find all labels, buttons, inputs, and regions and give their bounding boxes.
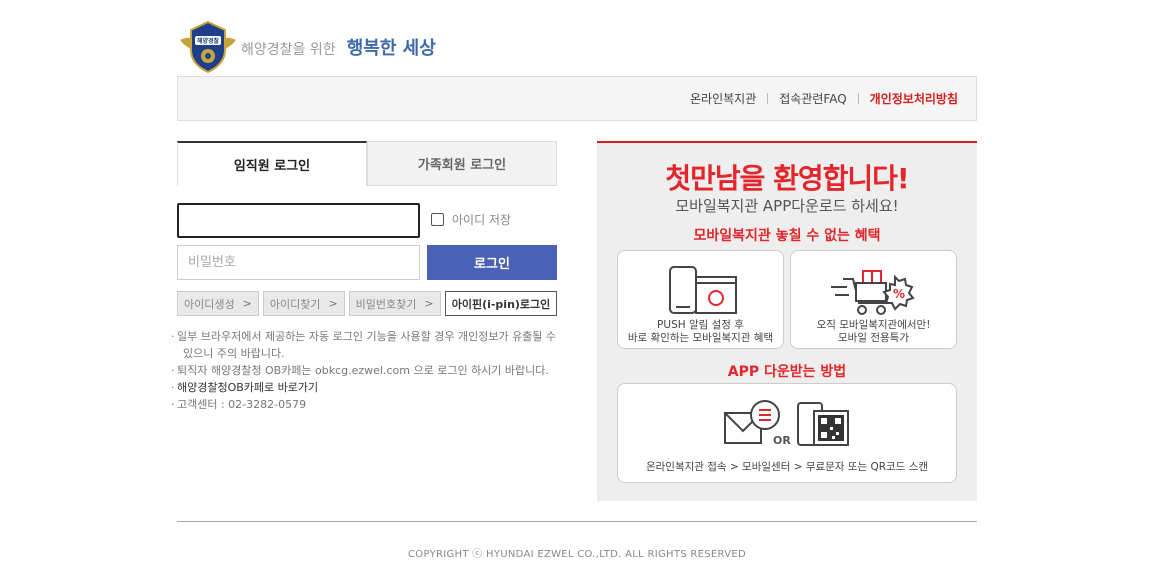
note-autologin-warning: 일부 브라우저에서 제공하는 자동 로그인 기능을 사용할 경우 개인정보가 유… (171, 328, 561, 362)
or-label: OR (773, 434, 791, 447)
tab-employee-login[interactable]: 임직원 로그인 (177, 141, 367, 186)
download-steps-text: 온라인복지관 접속 > 모바일센터 > 무료문자 또는 QR코드 스캔 (645, 461, 929, 473)
brand-subtitle: 해양경찰을 위한 (241, 42, 336, 58)
chevron-right-icon: > (242, 297, 252, 310)
note-line: 일부 브라우저에서 제공하는 자동 로그인 기능을 사용할 경우 개인정보가 유… (177, 330, 557, 343)
nav-faq-link[interactable]: 접속관련FAQ (768, 90, 857, 107)
push-benefit-text: PUSH 알림 설정 후 바로 확인하는 모바일복지관 혜택 (618, 319, 783, 345)
logo-text: 해양경찰 (197, 37, 220, 45)
note-retiree-info: 퇴직자 해양경찰청 OB카페는 obkcg.ezwel.com 으로 로그인 하… (171, 362, 561, 379)
create-id-label: 아이디생성 (184, 297, 235, 311)
nav-online-welfare-link[interactable]: 온라인복지관 (679, 90, 767, 107)
card-line: 바로 확인하는 모바일복지관 혜택 (627, 332, 774, 344)
find-id-label: 아이디찾기 (269, 297, 321, 311)
nav-privacy-policy-link[interactable]: 개인정보처리방침 (859, 90, 958, 107)
account-help-buttons: 아이디생성 > 아이디찾기 > 비밀번호찾기 > (177, 291, 445, 316)
chevron-right-icon: > (424, 297, 434, 310)
exclusive-deal-text: 오직 모바일복지관에서만! 모바일 전용특가 (791, 319, 956, 345)
card-line: 모바일 전용특가 (838, 332, 909, 344)
login-button[interactable]: 로그인 (427, 245, 557, 280)
note-line: 있으니 주의 바랍니다. (183, 347, 285, 360)
find-password-label: 비밀번호찾기 (355, 297, 417, 311)
download-method-card: OR 온라인복지관 접속 > 모바일센터 > 무료문자 또는 QR코드 스캔 (617, 383, 957, 483)
tab-family-login[interactable]: 가족회원 로그인 (367, 141, 557, 186)
chevron-right-icon: > (328, 297, 338, 310)
svg-text:%: % (893, 287, 905, 301)
login-tabs: 임직원 로그인 가족회원 로그인 (177, 141, 557, 186)
mobile-app-promo-panel: 첫만남을 환영합니다! 모바일복지관 APP다운로드 하세요! 모바일복지관 놓… (597, 141, 977, 501)
exclusive-deal-card: % 오직 모바일복지관에서만! 모바일 전용특가 (790, 250, 957, 349)
create-id-button[interactable]: 아이디생성 > (177, 291, 259, 316)
brand-main-title: 행복한 세상 (346, 38, 436, 59)
save-id-label: 아이디 저장 (452, 213, 512, 227)
police-emblem-logo[interactable]: 해양경찰 (178, 20, 238, 74)
card-line: 오직 모바일복지관에서만! (816, 319, 931, 331)
promo-title: 첫만남을 환영합니다! (665, 162, 909, 195)
user-id-input[interactable] (177, 203, 420, 238)
password-input[interactable] (177, 245, 420, 280)
phone-monitor-icon (669, 266, 737, 314)
ob-cafe-link[interactable]: 해양경찰청OB카페로 바로가기 (171, 379, 561, 396)
download-heading: APP 다운받는 방법 (727, 364, 847, 380)
top-nav-links: 온라인복지관 접속관련FAQ 개인정보처리방침 (679, 90, 958, 107)
qr-code-phone-icon (797, 402, 849, 446)
login-notes: 일부 브라우저에서 제공하는 자동 로그인 기능을 사용할 경우 개인정보가 유… (171, 328, 561, 413)
checkbox-icon[interactable] (431, 213, 444, 226)
card-line: PUSH 알림 설정 후 (657, 319, 744, 331)
find-password-button[interactable]: 비밀번호찾기 > (348, 291, 441, 316)
top-navigation-bar: 온라인복지관 접속관련FAQ 개인정보처리방침 (177, 76, 977, 121)
copyright-text: COPYRIGHT ⓒ HYUNDAI EZWEL CO.,LTD. ALL R… (408, 549, 746, 560)
ipin-login-button[interactable]: 아이핀(i-pin)로그인 (445, 291, 557, 316)
find-id-button[interactable]: 아이디찾기 > (262, 291, 345, 316)
push-benefit-card: PUSH 알림 설정 후 바로 확인하는 모바일복지관 혜택 (617, 250, 784, 349)
footer-divider (177, 521, 977, 522)
cart-gift-discount-icon: % (831, 270, 915, 315)
brand-title: 해양경찰을 위한 행복한 세상 (241, 34, 436, 60)
promo-subtitle: 모바일복지관 APP다운로드 하세요! (675, 197, 899, 215)
customer-center-phone: 고객센터 : 02-3282-0579 (171, 396, 561, 413)
save-id-checkbox[interactable]: 아이디 저장 (431, 211, 511, 228)
benefit-heading: 모바일복지관 놓칠 수 없는 혜택 (693, 228, 881, 244)
